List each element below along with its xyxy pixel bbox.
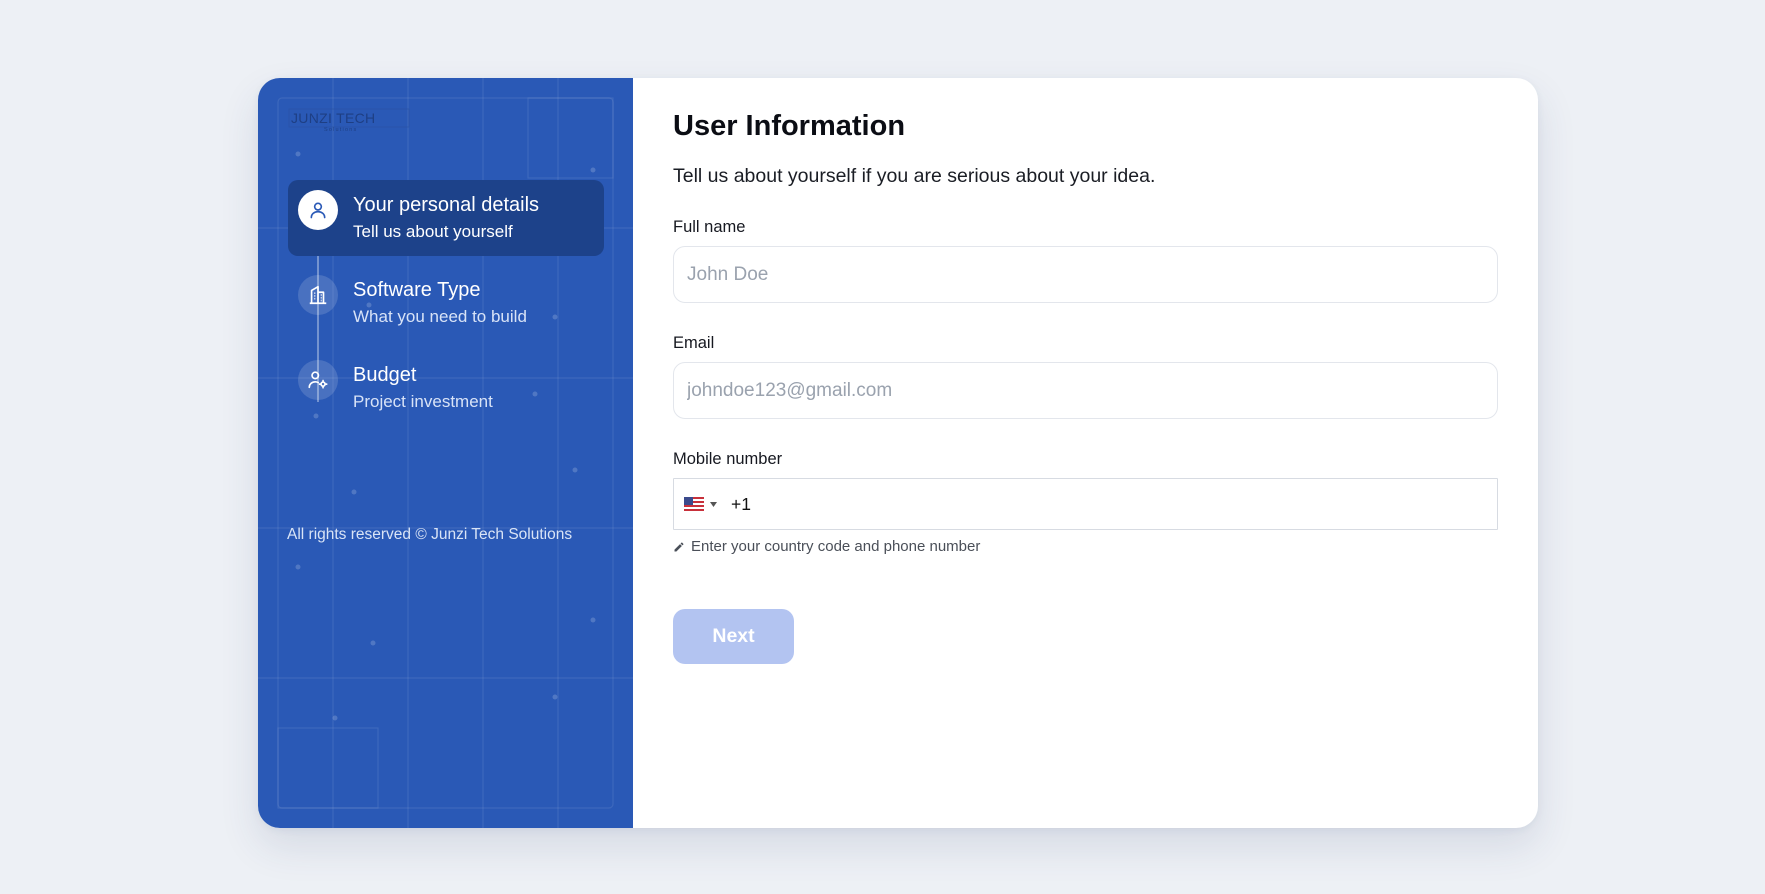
mobile-hint-text: Enter your country code and phone number bbox=[691, 538, 981, 555]
company-logo: JUNZI TECH Solutions bbox=[288, 108, 410, 132]
user-icon bbox=[298, 190, 338, 230]
copyright-text: All rights reserved © Junzi Tech Solutio… bbox=[287, 526, 573, 543]
mobile-field bbox=[673, 478, 1498, 530]
mobile-group: Mobile number +1 Enter your country code… bbox=[673, 449, 1498, 555]
caret-down-icon bbox=[710, 501, 717, 507]
mobile-hint: Enter your country code and phone number bbox=[673, 538, 1498, 555]
svg-text:JUNZI TECH: JUNZI TECH bbox=[291, 110, 375, 126]
step-list: Your personal details Tell us about your… bbox=[288, 180, 604, 435]
step-personal-details[interactable]: Your personal details Tell us about your… bbox=[288, 180, 604, 256]
signup-card: JUNZI TECH Solutions Your personal detai… bbox=[258, 78, 1538, 828]
step-budget[interactable]: Budget Project investment bbox=[288, 350, 604, 426]
us-flag-icon bbox=[684, 497, 704, 511]
step-title: Budget bbox=[353, 364, 417, 386]
step-title: Your personal details bbox=[353, 194, 540, 216]
user-settings-icon bbox=[298, 360, 338, 400]
step-subtitle: What you need to build bbox=[353, 307, 527, 326]
step-software-type[interactable]: Software Type What you need to build bbox=[288, 265, 604, 341]
full-name-group: Full name bbox=[673, 217, 1498, 303]
step-subtitle: Tell us about yourself bbox=[353, 222, 513, 241]
next-button[interactable]: Next bbox=[673, 609, 794, 664]
form-panel: User Information Tell us about yourself … bbox=[633, 78, 1538, 828]
page-title: User Information bbox=[673, 110, 906, 142]
building-icon bbox=[298, 275, 338, 315]
svg-text:Solutions: Solutions bbox=[324, 127, 357, 132]
email-label: Email bbox=[673, 334, 715, 352]
email-group: Email bbox=[673, 333, 1498, 419]
sidebar: JUNZI TECH Solutions Your personal detai… bbox=[258, 78, 633, 828]
page-subtitle: Tell us about yourself if you are seriou… bbox=[673, 165, 1156, 187]
step-subtitle: Project investment bbox=[353, 392, 493, 411]
mobile-label: Mobile number bbox=[673, 450, 783, 468]
full-name-label: Full name bbox=[673, 218, 746, 236]
step-title: Software Type bbox=[353, 279, 481, 301]
email-input[interactable] bbox=[673, 362, 1498, 419]
full-name-input[interactable] bbox=[673, 246, 1498, 303]
mobile-input[interactable] bbox=[725, 478, 1497, 530]
pencil-icon bbox=[674, 541, 684, 551]
country-select[interactable] bbox=[674, 479, 725, 529]
